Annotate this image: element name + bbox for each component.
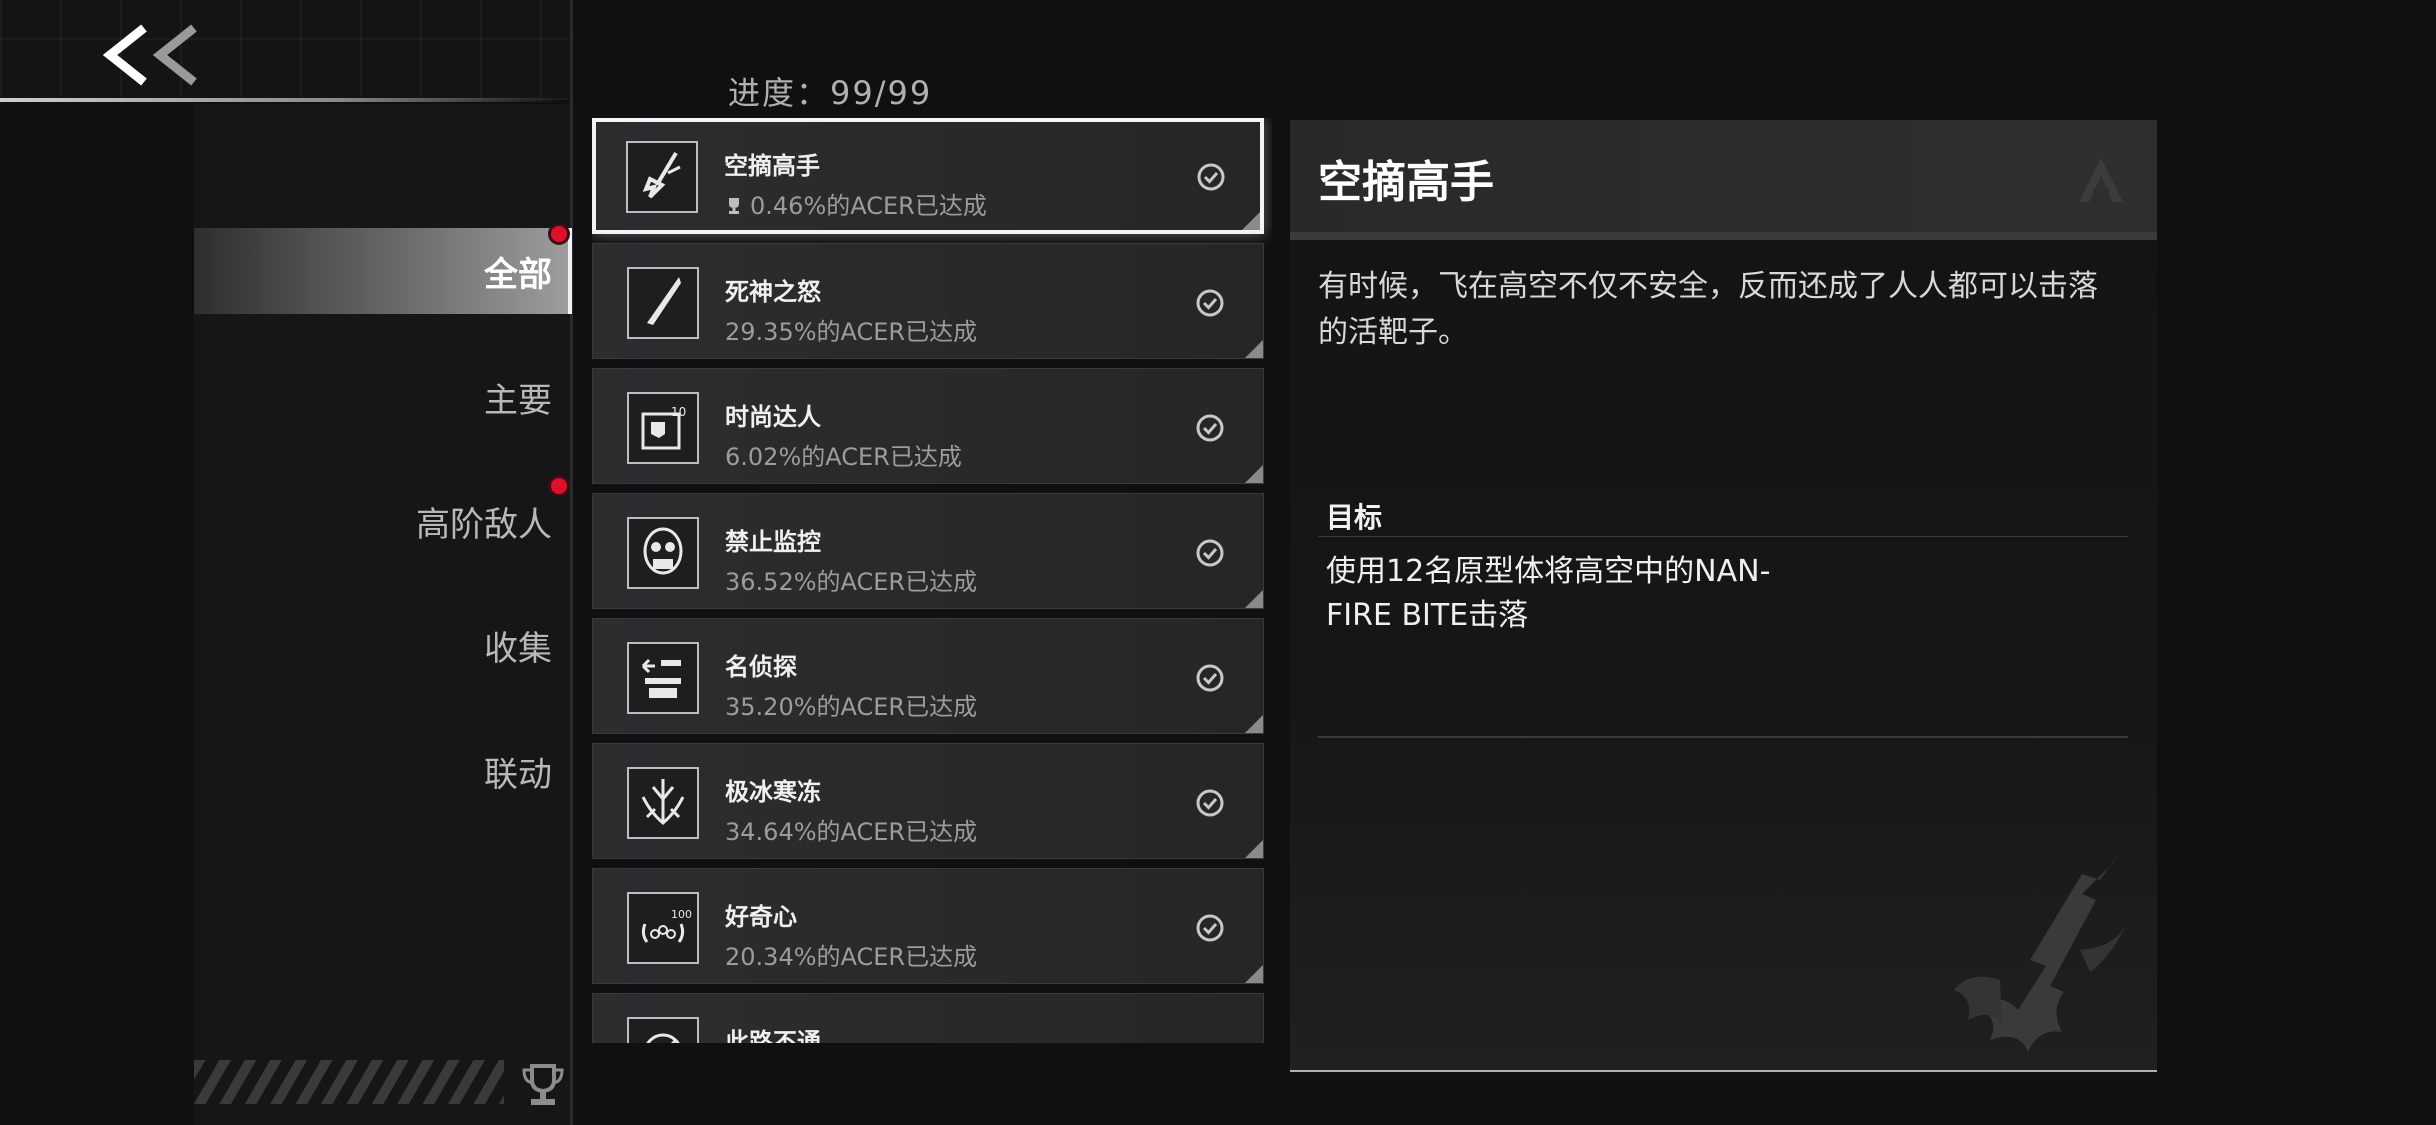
mask-icon (627, 517, 699, 589)
achievement-card[interactable]: 名侦探 35.20%的ACER已达成 (592, 618, 1264, 734)
notification-badge (551, 226, 567, 242)
achievement-title: 此路不通 (725, 1028, 821, 1043)
goal-label: 目标 (1326, 501, 1383, 534)
achievement-rate: 0.46%的ACER已达成 (724, 186, 987, 221)
achievement-detail-panel: 空摘高手 有时候，飞在高空不仅不安全，反而还成了人人都可以击落的活靶子。 目标 … (1290, 120, 2157, 1072)
category-label: 联动 (484, 754, 552, 795)
stripe-decoration (194, 1060, 504, 1104)
ice-icon (627, 767, 699, 839)
category-elite-enemies[interactable]: 高阶敌人 (194, 478, 572, 564)
category-label: 收集 (484, 628, 552, 669)
progress-text: 进度：99/99 (728, 74, 933, 112)
achievement-rate: 20.34%的ACER已达成 (725, 943, 978, 971)
achievement-card[interactable]: 禁止监控 36.52%的ACER已达成 (592, 493, 1264, 609)
logo-icon (2079, 158, 2123, 202)
outfit-icon: 10 (627, 392, 699, 464)
notification-badge (551, 478, 567, 494)
achievement-card[interactable]: 极冰寒冻 34.64%的ACER已达成 (592, 743, 1264, 859)
check-circle-icon (1197, 163, 1225, 191)
achievement-title: 极冰寒冻 (725, 778, 821, 806)
back-button[interactable] (100, 20, 210, 90)
category-label: 全部 (484, 254, 552, 295)
sword-icon (626, 141, 698, 213)
achievement-rate: 29.35%的ACER已达成 (725, 318, 978, 346)
card-corner (1245, 965, 1263, 983)
achievement-title: 好奇心 (725, 903, 797, 931)
achievement-rate: 36.52%的ACER已达成 (725, 568, 978, 596)
check-circle-icon (1196, 664, 1224, 692)
check-circle-icon (1196, 789, 1224, 817)
curiosity-icon: 100 (627, 892, 699, 964)
achievement-card[interactable]: 死神之怒 29.35%的ACER已达成 (592, 243, 1264, 359)
goal-text-line: 使用12名原型体将高空中的NAN- (1326, 554, 1771, 589)
sword-emblem-icon (1954, 852, 2126, 1052)
blade-icon (627, 267, 699, 339)
card-corner (1245, 340, 1263, 358)
svg-text:100: 100 (671, 908, 692, 921)
trophy-icon (522, 1064, 564, 1105)
double-chevron-left-icon (102, 24, 197, 86)
category-label: 主要 (484, 380, 552, 421)
goal-text-line: FIRE BITE击落 (1326, 598, 1529, 633)
detail-header-bar (1290, 232, 2157, 240)
achievement-title: 时尚达人 (725, 403, 821, 431)
detail-header: 空摘高手 (1290, 120, 2157, 232)
category-all[interactable]: 全部 (194, 228, 572, 314)
top-bar (0, 0, 570, 100)
detective-icon (627, 642, 699, 714)
card-corner (1245, 715, 1263, 733)
check-circle-icon (1196, 414, 1224, 442)
achievement-title: 空摘高手 (724, 152, 820, 180)
achievement-title: 死神之怒 (725, 278, 821, 306)
card-corner (1245, 840, 1263, 858)
card-corner (1245, 465, 1263, 483)
blocked-icon (627, 1017, 699, 1043)
check-circle-icon (1196, 914, 1224, 942)
card-corner (1245, 590, 1263, 608)
category-collab[interactable]: 联动 (194, 728, 572, 814)
trophy-icon (729, 198, 739, 214)
top-bar-divider (0, 98, 560, 102)
achievement-card[interactable]: 空摘高手 0.46%的ACER已达成 (592, 118, 1264, 234)
detail-bottom-line (1290, 1070, 2157, 1072)
detail-description: 有时候，飞在高空不仅不安全，反而还成了人人都可以击落的活靶子。 (1318, 269, 2098, 350)
achievement-title: 禁止监控 (725, 528, 821, 556)
achievement-list[interactable]: 空摘高手 0.46%的ACER已达成 死神之怒 29.35%的ACER已达成 1… (592, 118, 1272, 1043)
achievement-title: 名侦探 (725, 653, 797, 681)
check-circle-icon (1196, 289, 1224, 317)
achievement-rate-text: 0.46%的ACER已达成 (750, 192, 987, 220)
achievement-rate: 34.64%的ACER已达成 (725, 818, 978, 846)
achievement-card[interactable]: 10 时尚达人 6.02%的ACER已达成 (592, 368, 1264, 484)
goal-text: 使用12名原型体将高空中的NAN- FIRE BITE击落 (1326, 550, 1846, 638)
svg-text:10: 10 (671, 405, 686, 419)
category-collection[interactable]: 收集 (194, 602, 572, 688)
achievement-rate: 6.02%的ACER已达成 (725, 443, 962, 471)
achievement-card[interactable]: 此路不通 (592, 993, 1264, 1043)
category-label: 高阶敌人 (416, 504, 552, 545)
goal-bottom-divider (1318, 736, 2128, 738)
card-corner (1242, 212, 1260, 230)
trophy-button[interactable] (518, 1060, 568, 1110)
detail-title: 空摘高手 (1318, 157, 1494, 208)
achievement-card[interactable]: 100 好奇心 20.34%的ACER已达成 (592, 868, 1264, 984)
check-circle-icon (1196, 539, 1224, 567)
achievement-rate: 35.20%的ACER已达成 (725, 693, 978, 721)
category-main[interactable]: 主要 (194, 354, 572, 440)
goal-divider (1318, 536, 2128, 537)
